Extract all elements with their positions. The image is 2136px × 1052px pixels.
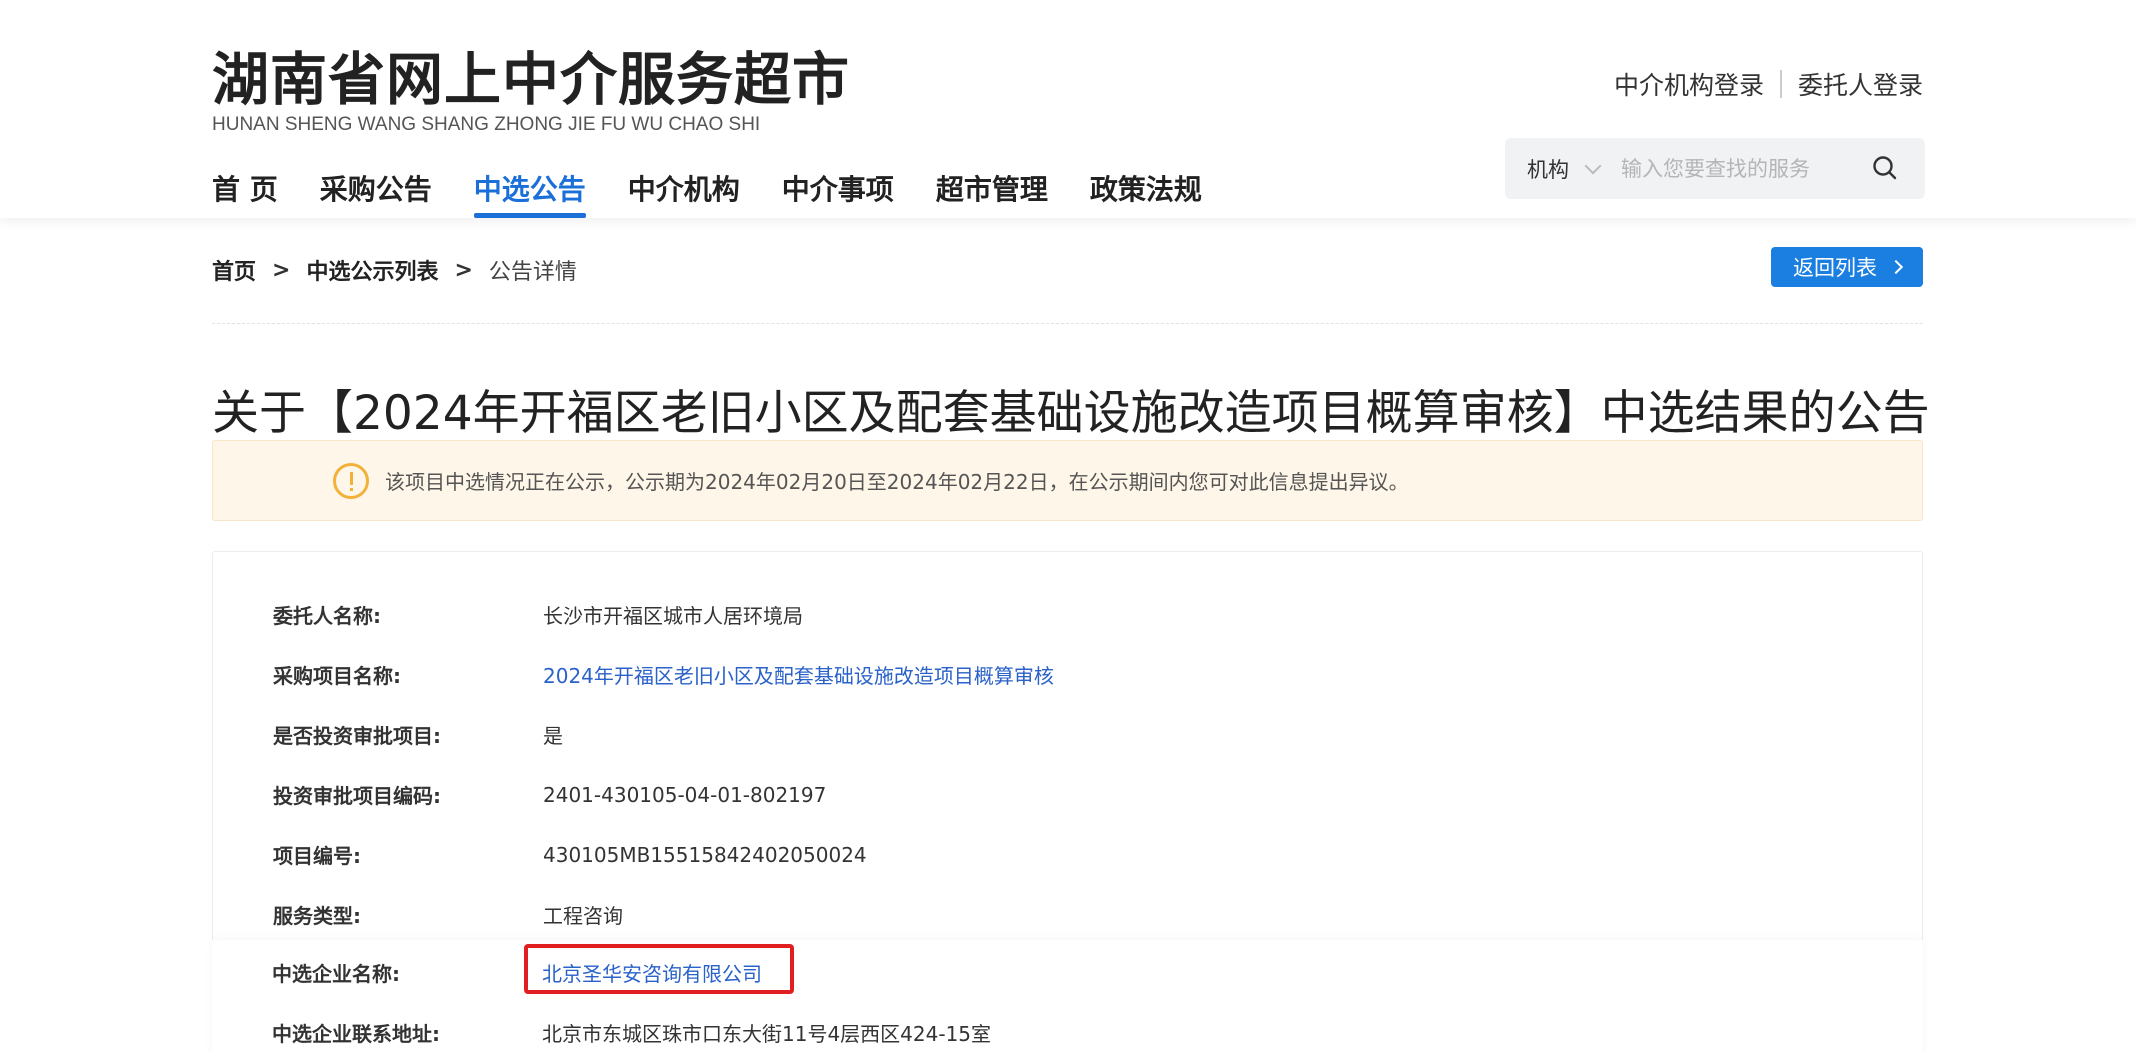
search-input[interactable] (1621, 156, 1851, 181)
detail-value-address: 北京市东城区珠市口东大街11号4层西区424-15室 (542, 1022, 992, 1046)
breadcrumb-list[interactable]: 中选公示列表 (306, 254, 438, 286)
nav-item-management[interactable]: 超市管理 (936, 168, 1048, 218)
detail-value-project-number: 430105MB1551584240205002​4 (543, 842, 867, 867)
divider (212, 323, 1923, 324)
highlight-annotation (524, 944, 794, 994)
search-icon[interactable] (1871, 154, 1899, 182)
detail-row: 中选企业联系地址: 北京市东城区珠市口东大街11号4层西区424-15室 (272, 1018, 991, 1047)
site-subtitle: HUNAN SHENG WANG SHANG ZHONG JIE FU WU C… (212, 114, 761, 135)
client-login-link[interactable]: 委托人登录 (1798, 66, 1923, 102)
detail-label-project: 采购项目名称: (273, 664, 401, 688)
agency-login-link[interactable]: 中介机构登录 (1614, 66, 1764, 102)
nav-item-home[interactable]: 首 页 (212, 168, 278, 218)
chevron-down-icon[interactable] (1584, 157, 1602, 174)
detail-row: 采购项目名称: 2024年开福区老旧小区及配套基础设施改造项目概算审核 (273, 660, 1054, 689)
site-header: 湖南省网上中介服务超市 HUNAN SHENG WANG SHANG ZHONG… (0, 0, 2136, 218)
nav-item-procurement[interactable]: 采购公告 (320, 168, 432, 218)
selected-company-section: 中选企业名称: 北京圣华安咨询有限公司 中选企业联系地址: 北京市东城区珠市口东… (212, 940, 1923, 1052)
nav-item-policy[interactable]: 政策法规 (1090, 168, 1202, 218)
detail-row: 是否投资审批项目: 是 (273, 720, 563, 749)
nav-item-selection[interactable]: 中选公告 (473, 168, 586, 218)
notice-banner: 该项目中选情况正在公示，公示期为2024年02月20日至2024年02月22日，… (212, 440, 1923, 521)
notice-text: 该项目中选情况正在公示，公示期为2024年02月20日至2024年02月22日，… (385, 470, 1409, 494)
detail-row: 项目编号: 430105MB1551584240205002​4 (273, 840, 867, 869)
login-divider (1779, 70, 1782, 98)
detail-value-service-type: 工程咨询 (543, 904, 623, 928)
detail-value-project-link[interactable]: 2024年开福区老旧小区及配套基础设施改造项目概算审核 (543, 660, 1054, 689)
detail-label-investment: 是否投资审批项目: (273, 724, 441, 748)
back-to-list-button[interactable]: 返回列表 (1771, 247, 1923, 287)
nav-item-matters[interactable]: 中介事项 (782, 168, 894, 218)
breadcrumb-separator: > (272, 257, 291, 283)
detail-row: 服务类型: 工程咨询 (273, 900, 623, 929)
detail-row: 投资审批项目编码: 2401-430105-04-01-802197 (273, 780, 826, 809)
detail-value-client: 长沙市开福区城市人居环境局 (543, 604, 803, 628)
nav-item-agencies[interactable]: 中介机构 (628, 168, 740, 218)
chevron-right-icon (1888, 259, 1904, 275)
breadcrumb-current: 公告详情 (488, 260, 577, 285)
back-to-list-label: 返回列表 (1793, 256, 1877, 280)
breadcrumb-separator: > (454, 257, 473, 283)
search-category-select[interactable]: 机构 (1527, 154, 1569, 184)
detail-value-investment: 是 (543, 724, 563, 748)
detail-label-client: 委托人名称: (273, 604, 381, 628)
detail-label-service-type: 服务类型: (273, 904, 361, 928)
search-box: 机构 (1505, 138, 1925, 199)
detail-label-approval-code: 投资审批项目编码: (273, 784, 441, 808)
detail-value-approval-code: 2401-430105-04-01-802197 (543, 782, 827, 807)
detail-label-project-number: 项目编号: (273, 844, 361, 868)
main-nav: 首 页 采购公告 中选公告 中介机构 中介事项 超市管理 政策法规 (212, 168, 1244, 218)
detail-label-company: 中选企业名称: (272, 962, 400, 986)
page-title: 关于【2024年开福区老旧小区及配套基础设施改造项目概算审核】中选结果的公告 (212, 386, 1930, 441)
warning-icon (333, 462, 369, 499)
login-links: 中介机构登录 委托人登录 (1614, 66, 1923, 102)
detail-row: 委托人名称: 长沙市开福区城市人居环境局 (273, 600, 803, 629)
breadcrumb: 首页 > 中选公示列表 > 公告详情 (212, 254, 577, 286)
breadcrumb-home[interactable]: 首页 (212, 254, 256, 286)
site-title[interactable]: 湖南省网上中介服务超市 (212, 46, 850, 114)
detail-label-address: 中选企业联系地址: (272, 1022, 440, 1046)
